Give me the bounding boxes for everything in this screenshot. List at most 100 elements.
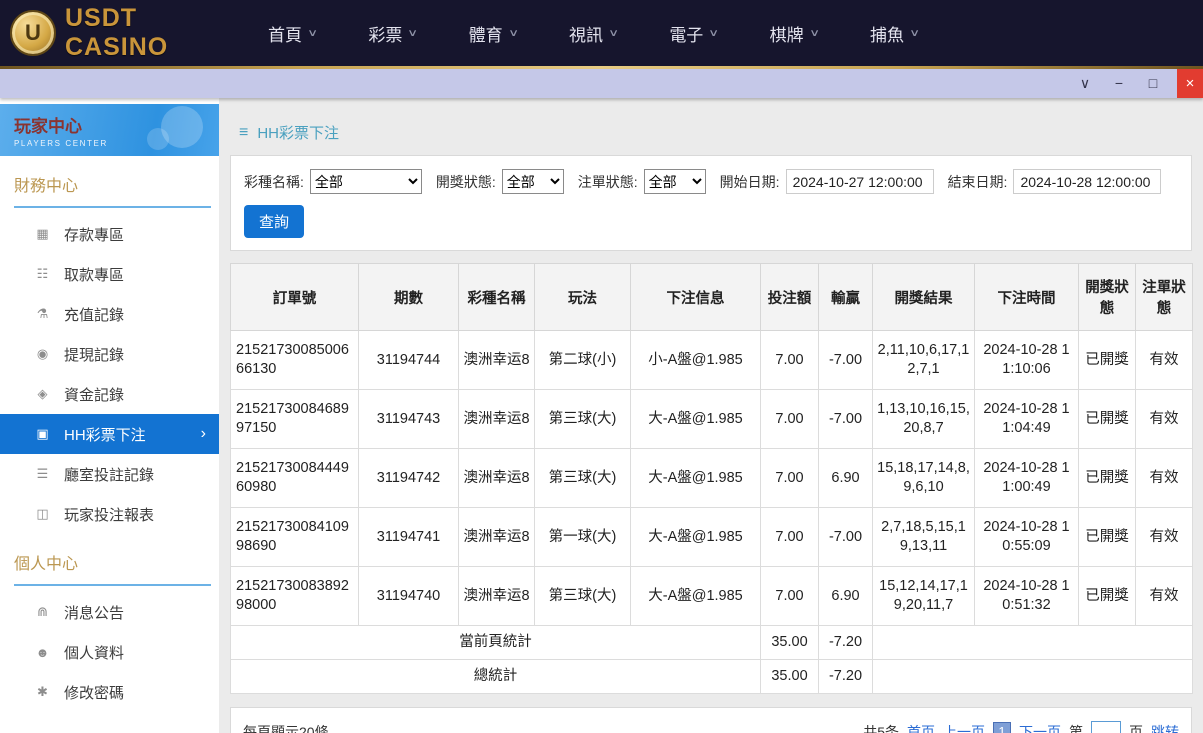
search-button[interactable]: 查詢 — [244, 205, 304, 238]
sidebar-item-funds-records[interactable]: ◈資金記錄 — [0, 374, 219, 414]
main-content: ≡ HH彩票下注 彩種名稱:全部開獎狀態:全部注單狀態:全部開始日期:結束日期:… — [219, 98, 1203, 733]
nav-item-label: 彩票 — [368, 21, 402, 46]
cell-lottery-name: 澳洲幸运8 — [459, 508, 535, 567]
filter-select-lottery-name[interactable]: 全部 — [310, 169, 422, 194]
nav-item-sports[interactable]: 體育 ∨ — [469, 21, 517, 46]
cell-bet-info: 大-A盤@1.985 — [631, 508, 761, 567]
jump-button[interactable]: 跳转 — [1151, 722, 1179, 733]
cell-period: 31194741 — [359, 508, 459, 567]
nav-item-lottery[interactable]: 彩票∨ — [368, 21, 416, 46]
cell-period: 31194740 — [359, 567, 459, 626]
sidebar-item-label: 消息公告 — [64, 602, 124, 623]
table-footer: 每頁顯示20條 共5条 首页 上一页 1 下一页 第 页 跳转 — [230, 707, 1192, 733]
cell-order-status: 有效 — [1136, 449, 1193, 508]
page-title: HH彩票下注 — [257, 122, 339, 143]
pagination: 共5条 首页 上一页 1 下一页 第 页 跳转 — [863, 721, 1179, 733]
cell-play-type: 第二球(小) — [535, 331, 631, 390]
cell-play-type: 第三球(大) — [535, 449, 631, 508]
page-jump-input[interactable] — [1091, 721, 1121, 733]
sidebar-item-label: HH彩票下注 — [64, 424, 146, 445]
nav-item-electronic[interactable]: 電子 ∨ — [669, 21, 717, 46]
sidebar-item-label: 玩家投注報表 — [64, 504, 154, 525]
flask-icon: ⚗ — [34, 306, 51, 322]
cell-play-type: 第三球(大) — [535, 390, 631, 449]
filter-label-draw-status: 開獎狀態: — [436, 172, 496, 192]
cell-order-no: 2152173008410998690 — [231, 508, 359, 567]
chevron-right-icon: › — [201, 425, 206, 443]
sidebar-item-withdrawal-records[interactable]: ◉提現記錄 — [0, 334, 219, 374]
summary-win-loss: -7.20 — [819, 660, 873, 694]
filter-label-lottery-name: 彩種名稱: — [244, 172, 304, 192]
cell-draw-status: 已開獎 — [1079, 331, 1136, 390]
sidebar-item-label: 個人資料 — [64, 642, 124, 663]
coin-stack-icon: ☷ — [34, 266, 51, 282]
page-size-text: 每頁顯示20條 — [243, 722, 329, 733]
user-icon: ☻ — [34, 645, 51, 660]
col-header-bet-time: 下注時間 — [975, 264, 1079, 331]
cell-period: 31194742 — [359, 449, 459, 508]
cell-lottery-name: 澳洲幸运8 — [459, 390, 535, 449]
logo[interactable]: U USDT CASINO — [10, 4, 224, 62]
first-page-link[interactable]: 首页 — [907, 722, 935, 733]
cell-bet-info: 大-A盤@1.985 — [631, 449, 761, 508]
filter-select-draw-status[interactable]: 全部 — [502, 169, 564, 194]
cell-bet-time: 2024-10-28 11:00:49 — [975, 449, 1079, 508]
chevron-down-icon: ∨ — [608, 28, 619, 39]
sidebar-item-label: 存款專區 — [64, 224, 124, 245]
col-header-bet-info: 下注信息 — [631, 264, 761, 331]
table-row: 215217300838929800031194740澳洲幸运8第三球(大)大-… — [231, 567, 1193, 626]
cell-play-type: 第一球(大) — [535, 508, 631, 567]
sidebar-item-label: 修改密碼 — [64, 682, 124, 703]
current-page-indicator[interactable]: 1 — [993, 722, 1011, 733]
summary-empty — [873, 660, 1193, 694]
sidebar-item-recharge-records[interactable]: ⚗充值記錄 — [0, 294, 219, 334]
cell-win-loss: 6.90 — [819, 449, 873, 508]
filter-input-end-date[interactable] — [1013, 169, 1161, 194]
chevron-down-icon: ∨ — [708, 28, 719, 39]
next-page-link[interactable]: 下一页 — [1019, 722, 1061, 733]
window-shade-button[interactable]: ∨ — [1075, 69, 1095, 98]
cell-bet-time: 2024-10-28 10:55:09 — [975, 508, 1079, 567]
section-title-personal-center: 個人中心 — [14, 550, 211, 586]
filter-input-start-date[interactable] — [786, 169, 934, 194]
cell-order-status: 有效 — [1136, 567, 1193, 626]
sidebar-item-change-password[interactable]: ✱修改密碼 — [0, 672, 219, 712]
col-header-period: 期數 — [359, 264, 459, 331]
nav-item-label: 棋牌 — [770, 21, 804, 46]
col-header-draw-result: 開獎結果 — [873, 264, 975, 331]
sidebar-item-withdraw-area[interactable]: ☷取款專區 — [0, 254, 219, 294]
nav-item-video[interactable]: 視訊∨ — [569, 21, 617, 46]
nav-item-home[interactable]: 首頁∨ — [268, 21, 316, 46]
sidebar-item-player-bet-report[interactable]: ◫玩家投注報表 — [0, 494, 219, 534]
sidebar-item-announcements[interactable]: ⋒消息公告 — [0, 592, 219, 632]
total-count-text: 共5条 — [863, 722, 899, 733]
sidebar-item-deposit-area[interactable]: ▦存款專區 — [0, 214, 219, 254]
cell-draw-status: 已開獎 — [1079, 567, 1136, 626]
nav-item-label: 捕魚 — [870, 21, 904, 46]
window-minimize-button[interactable]: − — [1109, 69, 1129, 98]
sidebar-subtitle: PLAYERS CENTER — [14, 139, 219, 148]
filter-select-order-status[interactable]: 全部 — [644, 169, 706, 194]
bet-records-table: 訂單號期數彩種名稱玩法下注信息投注額輸贏開獎結果下注時間開獎狀態注單狀態 215… — [230, 263, 1193, 694]
col-header-draw-status: 開獎狀態 — [1079, 264, 1136, 331]
sidebar-item-hh-lottery-bets[interactable]: ▣ HH彩票下注 › — [0, 414, 219, 454]
cell-bet-info: 小-A盤@1.985 — [631, 331, 761, 390]
window-close-button[interactable]: × — [1177, 69, 1203, 98]
logo-text: USDT CASINO — [65, 4, 224, 62]
nav-item-fishing[interactable]: 捕魚∨ — [870, 21, 918, 46]
sidebar-item-hall-bet-records[interactable]: ☰廳室投註記錄 — [0, 454, 219, 494]
chevron-down-icon: ∨ — [508, 28, 519, 39]
cell-order-no: 2152173008468997150 — [231, 390, 359, 449]
cell-bet-info: 大-A盤@1.985 — [631, 390, 761, 449]
sidebar-item-profile[interactable]: ☻ 個人資料 — [0, 632, 219, 672]
nav-item-label: 體育 — [469, 21, 503, 46]
window-maximize-button[interactable]: □ — [1143, 69, 1163, 98]
prev-page-link[interactable]: 上一页 — [943, 722, 985, 733]
breadcrumb: ≡ HH彩票下注 — [239, 122, 1192, 143]
window-titlebar: ∨−□ × — [0, 69, 1203, 98]
cell-draw-result: 15,18,17,14,8,9,6,10 — [873, 449, 975, 508]
nav-item-board-games[interactable]: 棋牌∨ — [770, 21, 818, 46]
summary-row: 當前頁統計35.00-7.20 — [231, 626, 1193, 660]
ticket-icon: ▣ — [34, 426, 51, 442]
nav-item-label: 電子 — [669, 21, 703, 46]
